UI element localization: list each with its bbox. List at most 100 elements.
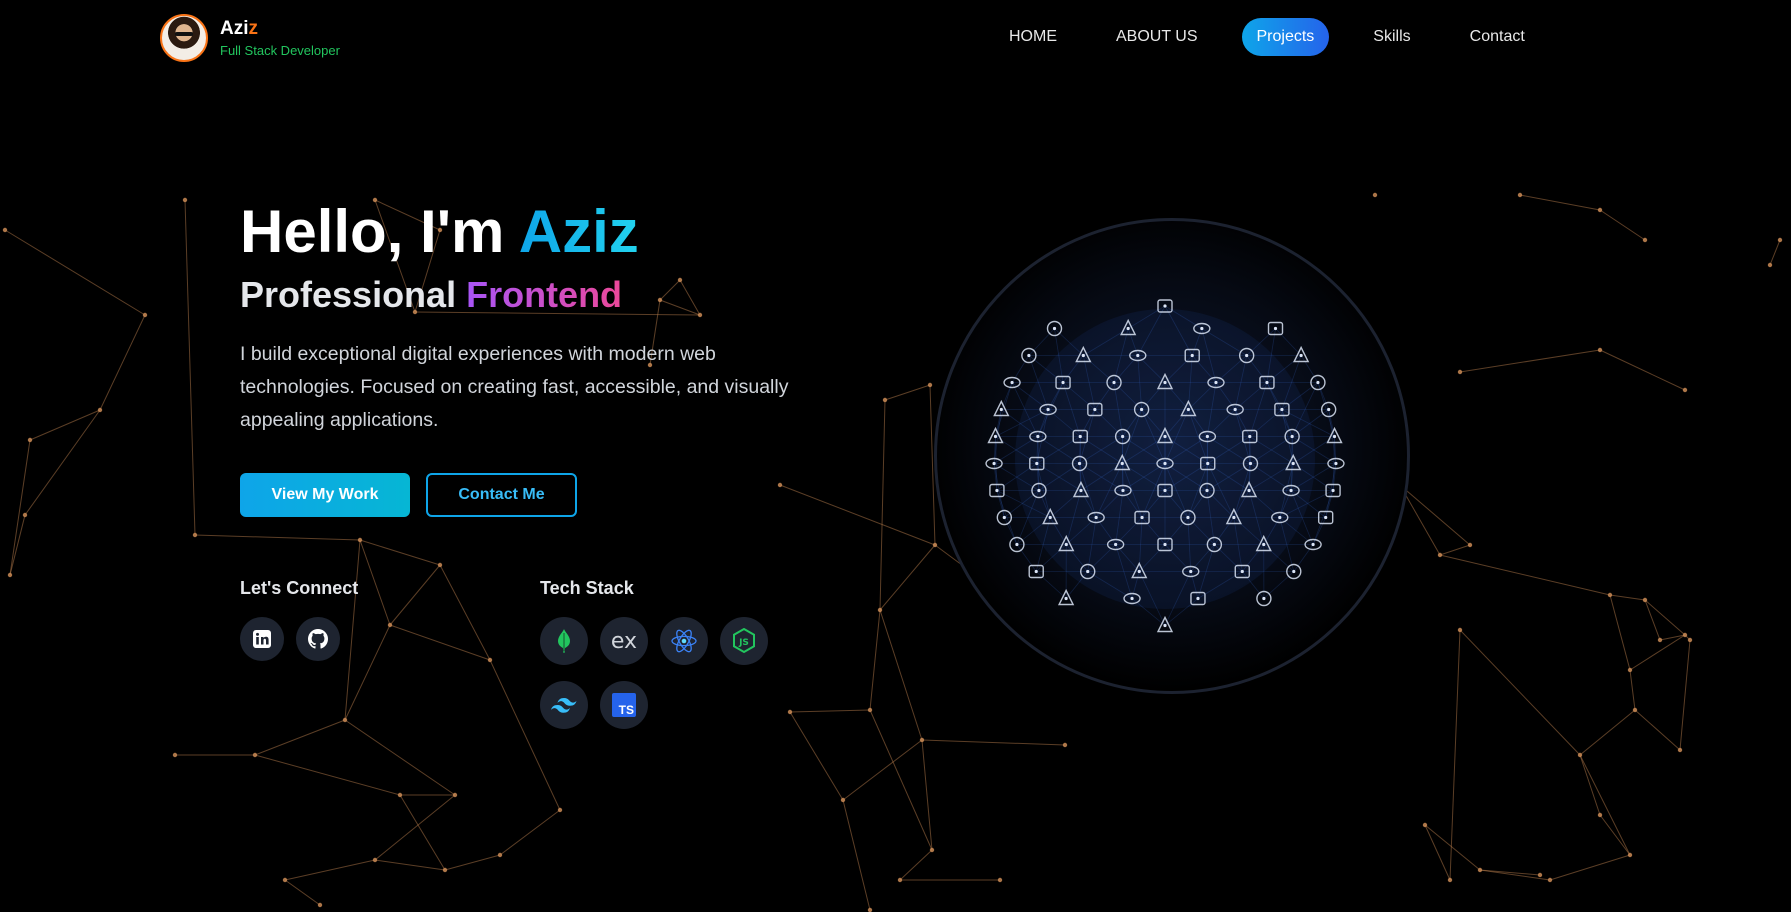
network-node: [442, 867, 448, 873]
view-my-work-button[interactable]: View My Work: [240, 473, 410, 517]
network-line: [1579, 709, 1636, 756]
network-node: [1447, 877, 1453, 883]
hero-subtitle-prefix: Professional: [240, 274, 467, 315]
network-line: [374, 794, 456, 861]
network-node: [877, 607, 883, 613]
network-node: [1517, 192, 1523, 198]
nav-home[interactable]: HOME: [994, 18, 1072, 56]
network-node: [1627, 667, 1633, 673]
brand[interactable]: Aziz Full Stack Developer: [160, 14, 340, 62]
network-node: [1682, 632, 1688, 638]
network-node: [7, 572, 13, 578]
network-node: [497, 852, 503, 858]
network-node: [1437, 552, 1443, 558]
network-node: [342, 717, 348, 723]
typescript-icon-text: TS: [618, 703, 634, 717]
network-node: [1657, 637, 1663, 643]
network-line: [389, 624, 491, 661]
network-line: [1579, 754, 1631, 856]
network-line: [1609, 594, 1646, 601]
network-line: [1439, 554, 1611, 596]
connect-section: Let's Connect: [240, 578, 358, 677]
network-line: [879, 399, 886, 611]
nav-contact[interactable]: Contact: [1455, 18, 1540, 56]
network-node: [1687, 637, 1693, 643]
network-node: [487, 657, 493, 663]
navbar: Aziz Full Stack Developer HOME ABOUT US …: [0, 0, 1791, 76]
network-node: [182, 197, 188, 203]
network-node: [1547, 877, 1553, 883]
nav-about-us[interactable]: ABOUT US: [1101, 18, 1213, 56]
globe-link: [1300, 355, 1319, 383]
network-line: [1399, 484, 1471, 546]
network-node: [840, 797, 846, 803]
network-line: [1679, 639, 1691, 751]
network-node: [27, 437, 33, 443]
svg-text:JS: JS: [738, 638, 749, 648]
network-node: [317, 902, 323, 908]
network-node: [867, 707, 873, 713]
github-icon[interactable]: [296, 617, 340, 661]
network-node: [1577, 752, 1583, 758]
tech-stack-section: Tech Stack ex JS TS: [540, 578, 780, 745]
network-node: [929, 847, 935, 853]
network-line: [194, 534, 361, 541]
network-line: [444, 854, 501, 871]
hero-subtitle: Professional Frontend: [240, 274, 840, 316]
network-node: [927, 382, 933, 388]
network-line: [184, 199, 196, 536]
express-icon: ex: [600, 617, 648, 665]
network-line: [374, 859, 446, 871]
brand-text: Aziz Full Stack Developer: [220, 18, 340, 59]
network-line: [1424, 824, 1451, 881]
cta-row: View My Work Contact Me: [240, 473, 840, 517]
network-line: [1579, 754, 1601, 816]
network-line: [842, 739, 923, 801]
network-line: [389, 564, 441, 626]
hero-subtitle-role: Frontend: [466, 274, 623, 315]
network-node: [1537, 872, 1543, 878]
hero-name: Aziz: [518, 198, 639, 265]
nav-projects[interactable]: Projects: [1241, 18, 1330, 56]
network-node: [919, 737, 925, 743]
network-node: [867, 907, 873, 912]
network-line: [399, 794, 446, 871]
network-node: [192, 532, 198, 538]
network-line: [842, 799, 871, 911]
network-line: [254, 719, 346, 756]
network-line: [884, 384, 931, 401]
network-line: [344, 719, 456, 796]
network-line: [921, 739, 1066, 746]
network-line: [1459, 349, 1601, 373]
network-line: [879, 609, 923, 741]
network-node: [397, 792, 403, 798]
network-line: [1439, 544, 1471, 556]
avatar: [160, 14, 208, 62]
network-line: [789, 711, 844, 801]
brand-role: Full Stack Developer: [220, 43, 340, 59]
network-node: [1642, 597, 1648, 603]
connect-heading: Let's Connect: [240, 578, 359, 598]
network-node: [1372, 192, 1378, 198]
tech-stack-heading: Tech Stack: [540, 578, 634, 598]
network-node: [252, 752, 258, 758]
network-line: [1599, 349, 1686, 391]
network-node: [1777, 237, 1783, 243]
social-links: [240, 617, 358, 677]
network-node: [1422, 822, 1428, 828]
network-node: [1597, 207, 1603, 213]
network-line: [1634, 709, 1681, 751]
nav-skills[interactable]: Skills: [1358, 18, 1425, 56]
network-node: [1627, 852, 1633, 858]
globe-link: [1312, 517, 1327, 545]
contact-me-button[interactable]: Contact Me: [426, 473, 577, 517]
network-node: [897, 877, 903, 883]
network-node: [997, 877, 1003, 883]
network-line: [1549, 854, 1631, 881]
network-node: [372, 857, 378, 863]
network-node: [1457, 627, 1463, 633]
network-line: [439, 564, 491, 661]
network-node: [97, 407, 103, 413]
network-line: [899, 849, 933, 881]
linkedin-icon[interactable]: [240, 617, 284, 661]
